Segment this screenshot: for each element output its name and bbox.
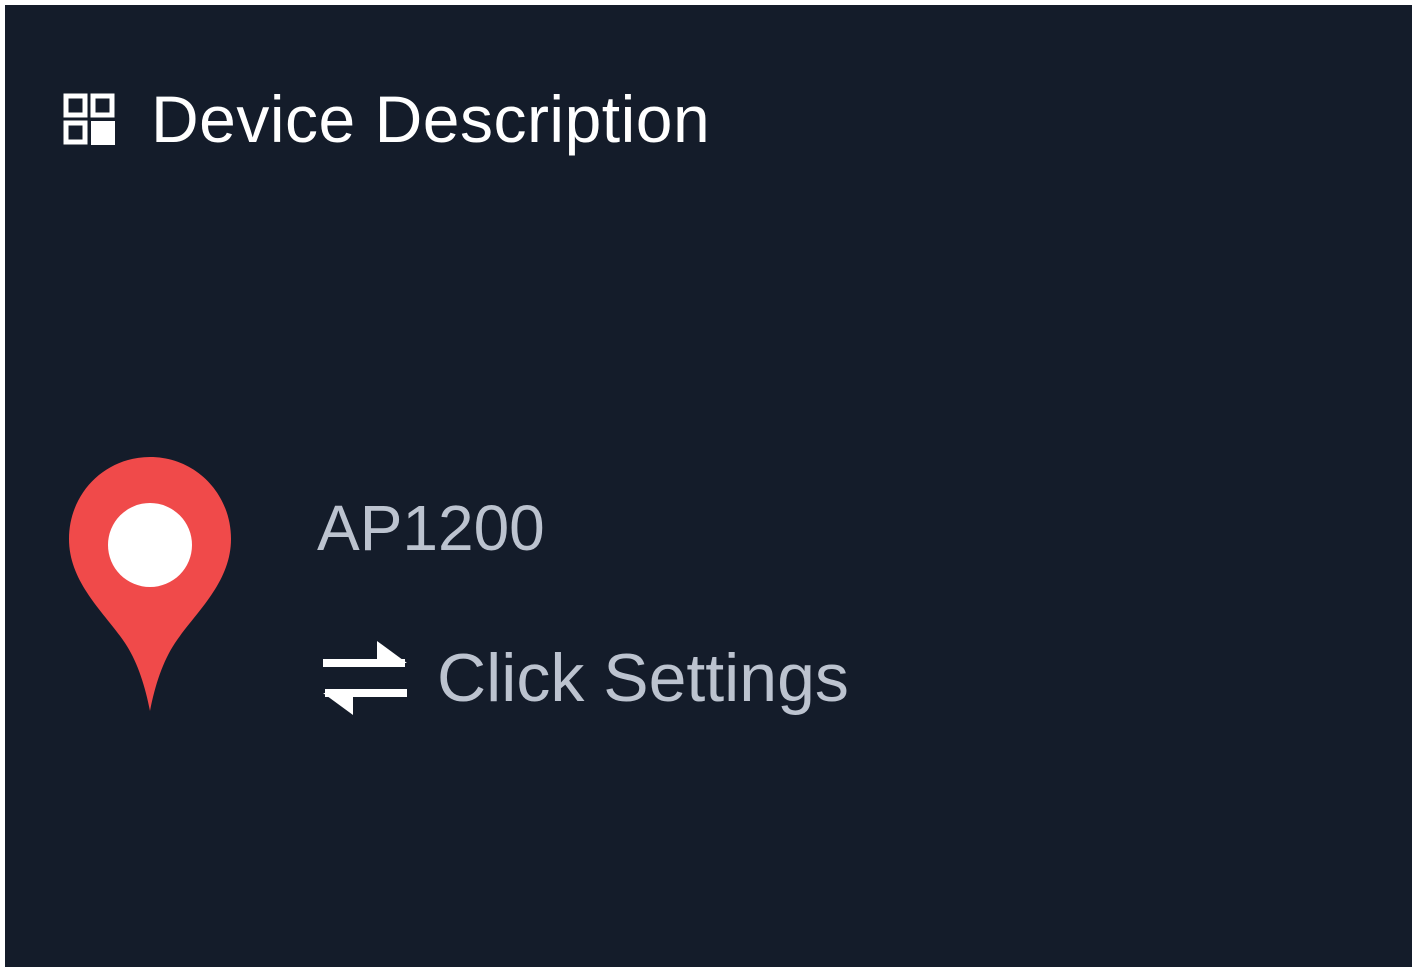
device-description-panel: Device Description AP1200 Click Settings (5, 5, 1412, 967)
panel-title: Device Description (151, 82, 711, 156)
grid-icon (63, 93, 115, 145)
panel-header: Device Description (63, 79, 710, 159)
device-name: AP1200 (317, 492, 545, 564)
map-pin-icon (69, 457, 231, 711)
swap-arrows-icon (323, 641, 407, 715)
settings-label: Click Settings (437, 640, 849, 716)
click-settings-link[interactable]: Click Settings (317, 637, 849, 719)
